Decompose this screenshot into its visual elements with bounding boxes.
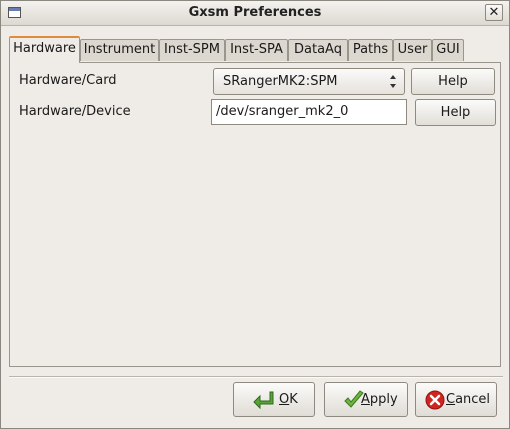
title-bar: Gxsm Preferences ✕ (1, 1, 509, 26)
preferences-dialog: Gxsm Preferences ✕ Hardware Instrument I… (0, 0, 510, 429)
hardware-card-label: Hardware/Card (19, 73, 117, 88)
hardware-card-value: SRangerMK2:SPM (223, 74, 338, 89)
ok-label: OK (279, 392, 298, 407)
tab-user[interactable]: User (393, 39, 432, 61)
dialog-separator (9, 376, 503, 378)
up-down-arrows-icon (389, 72, 398, 91)
ok-button[interactable]: OK (233, 382, 315, 417)
apply-button[interactable]: Apply (324, 382, 408, 417)
green-arrow-icon (253, 391, 274, 410)
card-help-button[interactable]: Help (411, 68, 495, 95)
cancel-button[interactable]: Cancel (415, 382, 497, 417)
tab-paths[interactable]: Paths (348, 39, 393, 61)
hardware-card-combobox[interactable]: SRangerMK2:SPM (213, 68, 405, 95)
apply-label: Apply (361, 392, 398, 407)
hardware-device-field[interactable]: /dev/sranger_mk2_0 (211, 99, 407, 125)
tab-hardware[interactable]: Hardware (9, 36, 80, 63)
hardware-device-value: /dev/sranger_mk2_0 (216, 104, 349, 119)
cancel-icon (425, 390, 445, 410)
tab-dataaq[interactable]: DataAq (288, 39, 348, 61)
tab-instrument[interactable]: Instrument (80, 39, 159, 61)
hardware-device-label: Hardware/Device (19, 104, 131, 119)
tab-gui[interactable]: GUI (432, 39, 464, 61)
close-button[interactable]: ✕ (485, 4, 503, 21)
tab-inst-spm[interactable]: Inst-SPM (159, 39, 225, 61)
window-title: Gxsm Preferences (188, 5, 322, 20)
tab-inst-spa[interactable]: Inst-SPA (225, 39, 288, 61)
cancel-label: Cancel (446, 392, 491, 407)
device-help-button[interactable]: Help (415, 99, 496, 126)
